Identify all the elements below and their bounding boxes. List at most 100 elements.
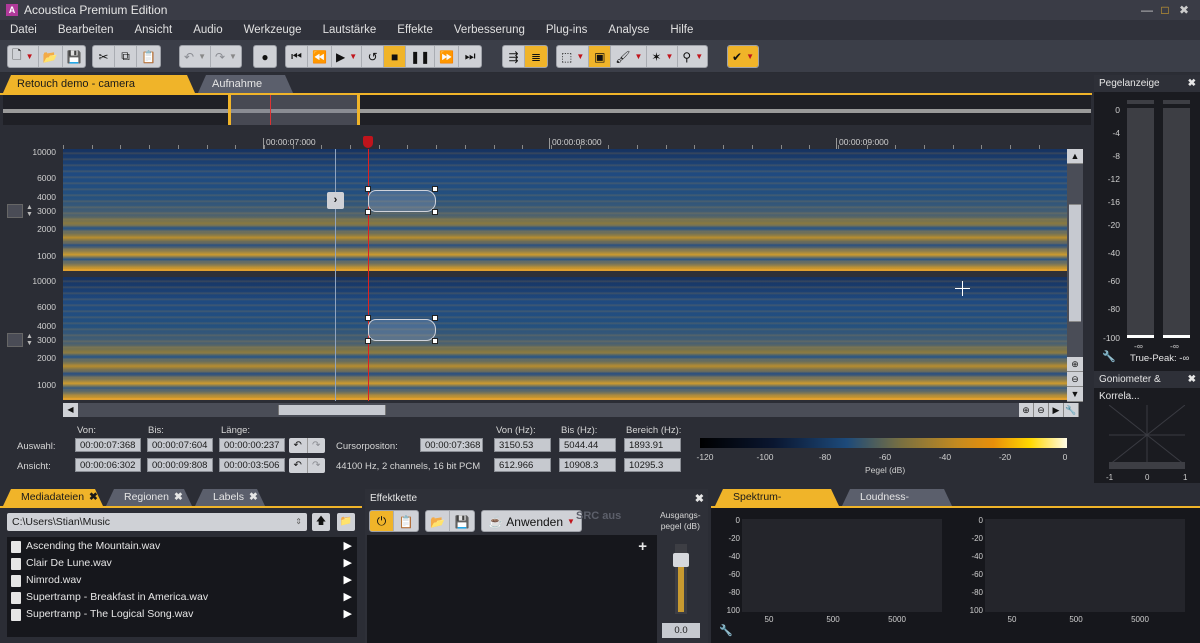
frequency-selection-button[interactable]: ▣: [589, 46, 612, 67]
selection-handle[interactable]: [432, 315, 438, 321]
scroll-right-icon[interactable]: ▶: [1049, 403, 1064, 417]
auswahl-bereich-hz-field[interactable]: 1893.91: [624, 438, 681, 452]
time-ruler[interactable]: 00:00:07:000 00:00:08:000 00:00:09:000: [63, 135, 1066, 150]
menu-lautstaerke[interactable]: Lautstärke: [323, 24, 377, 36]
redo-icon[interactable]: ↷: [306, 438, 326, 453]
dropdown-arrow-icon[interactable]: ▼: [576, 52, 584, 61]
dropdown-arrow-icon[interactable]: ▼: [26, 52, 34, 61]
cursor-position-field[interactable]: 00:00:07:368: [420, 438, 483, 452]
spectrogram-view-button[interactable]: ≣: [525, 46, 547, 67]
scroll-left-icon[interactable]: ◀: [63, 403, 78, 417]
selection-handle[interactable]: [365, 315, 371, 321]
menu-effekte[interactable]: Effekte: [397, 24, 433, 36]
tab-mediadateien[interactable]: Mediadateien ✖: [3, 489, 103, 506]
scroll-down-icon[interactable]: ▼: [1067, 387, 1083, 402]
scroll-up-icon[interactable]: ▲: [1067, 149, 1083, 164]
zoom-in-vertical-icon[interactable]: ⊕: [1067, 357, 1083, 372]
play-file-icon[interactable]: ▶: [344, 555, 352, 572]
media-file-item[interactable]: Ascending the Mountain.wav ▶: [7, 538, 357, 555]
ansicht-laenge-field[interactable]: 00:00:03:506: [219, 458, 285, 472]
overview-view-range[interactable]: [228, 95, 360, 125]
folder-path-select[interactable]: C:\Users\Stian\Music ⇕: [7, 513, 307, 531]
vertical-scrollbar[interactable]: ▲ ⊕ ⊖ ▼: [1067, 149, 1083, 402]
menu-verbesserung[interactable]: Verbesserung: [454, 24, 525, 36]
close-tab-icon[interactable]: ✖: [89, 491, 98, 503]
dropdown-arrow-icon[interactable]: ▼: [229, 52, 237, 61]
selection-tool-button[interactable]: ⬚ ▼: [557, 46, 590, 67]
menu-ansicht[interactable]: Ansicht: [134, 24, 172, 36]
browse-folder-button[interactable]: 📁: [337, 513, 355, 531]
save-preset-icon[interactable]: 💾: [450, 511, 474, 531]
folder-up-button[interactable]: 🡅: [312, 513, 330, 531]
auswahl-von-field[interactable]: 00:00:07:368: [75, 438, 141, 452]
maximize-button[interactable]: □: [1158, 3, 1172, 17]
output-level-field[interactable]: 0.0: [662, 623, 700, 638]
menu-analyse[interactable]: Analyse: [608, 24, 649, 36]
fast-forward-button[interactable]: ⏩: [435, 46, 460, 67]
new-file-button[interactable]: 🗋 ▼: [8, 46, 39, 67]
zoom-in-horizontal-icon[interactable]: ⊕: [1019, 403, 1034, 417]
auswahl-von-hz-field[interactable]: 3150.53: [494, 438, 551, 452]
tab-spektrum-analyzer[interactable]: Spektrum-Analyzer✖: [715, 489, 839, 506]
frequency-selection-top[interactable]: [368, 190, 436, 212]
undo-icon[interactable]: ↶: [289, 438, 307, 453]
skip-end-button[interactable]: ⏭: [459, 46, 481, 67]
undo-icon[interactable]: ↶: [289, 458, 307, 473]
media-file-item[interactable]: Supertramp - Breakfast in America.wav ▶: [7, 589, 357, 606]
cut-button[interactable]: ✂: [93, 46, 115, 67]
media-file-item[interactable]: Nimrod.wav ▶: [7, 572, 357, 589]
slider-thumb[interactable]: [673, 552, 689, 567]
tab-aufnahme-1[interactable]: Aufnahme 1✖: [198, 75, 293, 93]
dropdown-arrow-icon[interactable]: ▼: [746, 52, 754, 61]
open-folder-button[interactable]: 📂: [39, 46, 63, 67]
menu-bearbeiten[interactable]: Bearbeiten: [58, 24, 114, 36]
dropdown-arrow-icon[interactable]: ▼: [665, 52, 673, 61]
dropdown-arrow-icon[interactable]: ▼: [695, 52, 703, 61]
close-button[interactable]: ✖: [1177, 3, 1191, 17]
play-file-icon[interactable]: ▶: [344, 606, 352, 623]
expand-arrow-button[interactable]: ›: [327, 192, 344, 209]
ansicht-bis-field[interactable]: 00:00:09:808: [147, 458, 213, 472]
add-effect-icon[interactable]: +: [638, 538, 647, 555]
clipboard-icon[interactable]: 📋: [394, 511, 418, 531]
loop-button[interactable]: ↺: [362, 46, 385, 67]
spectrogram-right-channel[interactable]: [63, 277, 1067, 400]
analyzer-settings-wrench-icon[interactable]: 🔧: [719, 624, 733, 637]
selection-handle[interactable]: [432, 209, 438, 215]
ansicht-bis-hz-field[interactable]: 10908.3: [559, 458, 616, 472]
skip-start-button[interactable]: ⏮: [286, 46, 308, 67]
menu-datei[interactable]: Datei: [10, 24, 37, 36]
media-file-item[interactable]: Supertramp - The Logical Song.wav ▶: [7, 606, 357, 623]
close-tab-icon[interactable]: ✖: [174, 491, 183, 503]
spectrogram-left-channel[interactable]: [63, 149, 1067, 271]
play-button[interactable]: ▶ ▼: [332, 46, 363, 67]
redo-icon[interactable]: ↷: [306, 458, 326, 473]
undo-button[interactable]: ↶ ▼: [180, 46, 211, 67]
menu-werkzeuge[interactable]: Werkzeuge: [244, 24, 302, 36]
magic-wand-button[interactable]: ✶ ▼: [647, 46, 679, 67]
frequency-selection-bottom[interactable]: [368, 319, 436, 341]
tab-loudness-meter[interactable]: Loudness-Meter✖: [842, 489, 952, 506]
zoom-tool-button[interactable]: ⚲ ▼: [678, 46, 707, 67]
auswahl-bis-field[interactable]: 00:00:07:604: [147, 438, 213, 452]
play-file-icon[interactable]: ▶: [344, 572, 352, 589]
dropdown-arrow-icon[interactable]: ▼: [635, 52, 643, 61]
play-file-icon[interactable]: ▶: [344, 589, 352, 606]
menu-plugins[interactable]: Plug-ins: [546, 24, 588, 36]
horizontal-scrollbar[interactable]: ◀: [63, 403, 1067, 417]
tab-regionen[interactable]: Regionen ✖: [106, 489, 192, 506]
selection-handle[interactable]: [432, 338, 438, 344]
settings-wrench-icon[interactable]: 🔧: [1064, 403, 1079, 417]
play-file-icon[interactable]: ▶: [344, 538, 352, 555]
close-tab-icon[interactable]: ✖: [249, 491, 258, 503]
apply-button[interactable]: ☕ Anwenden ▼: [481, 510, 582, 532]
ansicht-bereich-hz-field[interactable]: 10295.3: [624, 458, 681, 472]
playhead-marker[interactable]: [363, 136, 373, 148]
waveform-view-button[interactable]: ⇶: [503, 46, 525, 67]
zoom-out-vertical-icon[interactable]: ⊖: [1067, 372, 1083, 387]
menu-hilfe[interactable]: Hilfe: [670, 24, 693, 36]
close-panel-icon[interactable]: ✖: [695, 492, 704, 505]
overview-waveform[interactable]: [3, 93, 1091, 125]
horizontal-scroll-thumb[interactable]: [278, 405, 386, 415]
ansicht-von-hz-field[interactable]: 612.966: [494, 458, 551, 472]
